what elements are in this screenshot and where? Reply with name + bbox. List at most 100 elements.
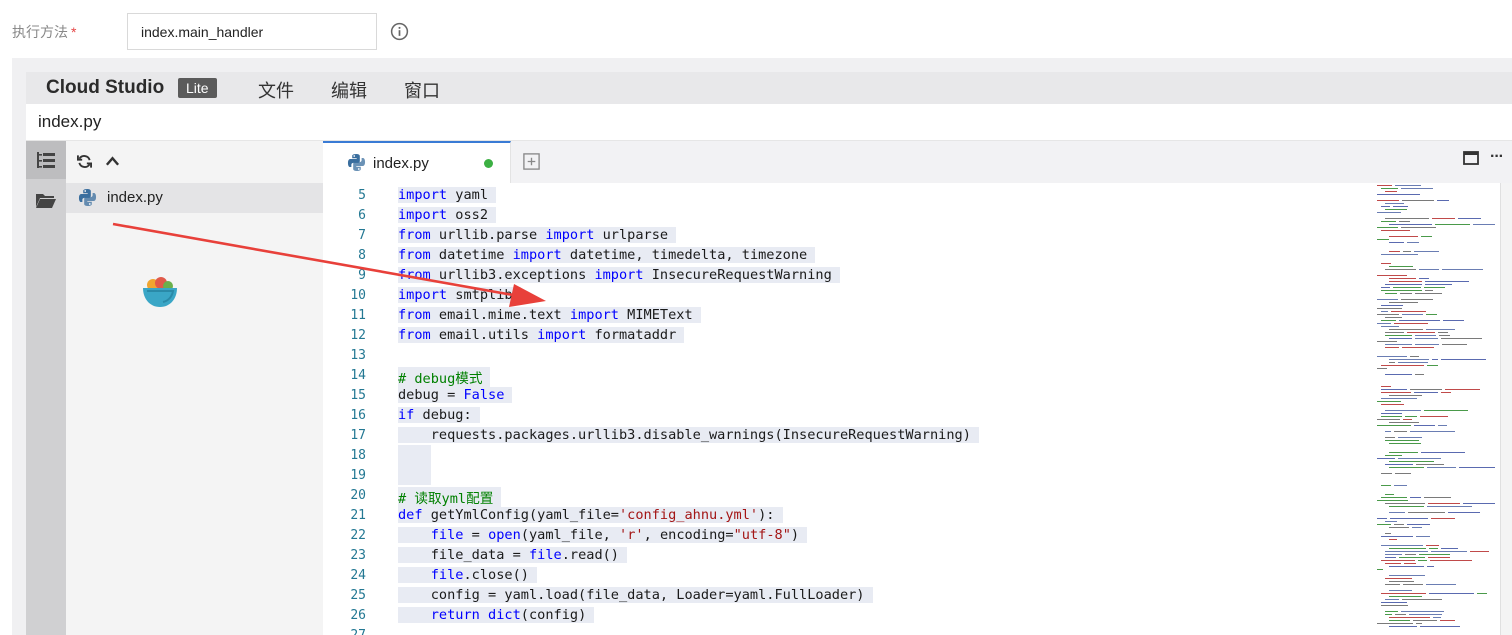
code-line[interactable]: 22 file = open(yaml_file, 'r', encoding=… — [323, 525, 1373, 545]
minimap-line — [1424, 287, 1445, 288]
minimap-line — [1385, 293, 1397, 294]
code-line[interactable]: 8 from datetime import datetime, timedelt… — [323, 245, 1373, 265]
python-icon — [78, 188, 97, 207]
code-line[interactable]: 15 debug = False — [323, 385, 1373, 405]
minimap-line — [1385, 410, 1421, 411]
code-line[interactable]: 11 from email.mime.text import MIMEText — [323, 305, 1373, 325]
minimap-line — [1448, 512, 1480, 513]
code-line[interactable]: 14 # debug模式 — [323, 365, 1373, 387]
code-line[interactable]: 21 def getYmlConfig(yaml_file='config_ahn… — [323, 505, 1373, 525]
minimap-line — [1429, 548, 1438, 549]
code-line[interactable]: 24 file.close() — [323, 565, 1373, 585]
line-number: 23 — [350, 548, 366, 563]
code-line[interactable]: 17 requests.packages.urllib3.disable_war… — [323, 425, 1373, 445]
minimap-line — [1403, 251, 1411, 252]
minimap-line — [1389, 329, 1423, 330]
line-number: 5 — [358, 188, 366, 203]
chevron-up-icon[interactable] — [105, 155, 120, 167]
minimap-line — [1424, 497, 1451, 498]
minimap-line — [1381, 545, 1423, 546]
code-line[interactable]: 25 config = yaml.load(file_data, Loader=… — [323, 585, 1373, 605]
activity-bar — [26, 141, 66, 635]
vertical-scrollbar[interactable] — [1500, 183, 1512, 635]
minimap-line — [1389, 512, 1405, 513]
info-circle-icon[interactable] — [390, 22, 409, 41]
code-line[interactable]: 18 — [323, 445, 1373, 465]
minimap-line — [1385, 464, 1413, 465]
minimap-line — [1385, 437, 1395, 438]
minimap-line — [1402, 347, 1434, 348]
code-line[interactable]: 27 — [323, 625, 1373, 635]
menu-file[interactable]: 文件 — [258, 77, 294, 103]
minimap-line — [1389, 620, 1410, 621]
code-line[interactable]: 12 from email.utils import formataddr — [323, 325, 1373, 345]
minimap-line — [1427, 506, 1472, 507]
minimap-line — [1385, 431, 1391, 432]
refresh-icon[interactable] — [77, 154, 92, 169]
minimap-line — [1442, 269, 1483, 270]
minimap-line — [1385, 584, 1400, 585]
minimap-line — [1415, 338, 1438, 339]
minimap-line — [1426, 584, 1456, 585]
minimap-line — [1391, 311, 1426, 312]
minimap-line — [1413, 620, 1437, 621]
minimap-line — [1415, 335, 1436, 336]
minimap-line — [1420, 416, 1448, 417]
code-text: file_data = file.read() — [398, 547, 627, 563]
more-icon[interactable]: ··· — [1490, 148, 1504, 166]
code-line[interactable]: 13 — [323, 345, 1373, 365]
minimap-line — [1431, 518, 1455, 519]
minimap-line — [1381, 560, 1415, 561]
maximize-icon[interactable] — [1463, 151, 1479, 165]
line-number: 9 — [358, 268, 366, 283]
code-text: file.close() — [398, 567, 537, 583]
minimap-line — [1441, 359, 1486, 360]
folder-button[interactable] — [26, 181, 66, 219]
minimap-line — [1381, 254, 1418, 255]
line-number: 25 — [350, 588, 366, 603]
minimap-line — [1377, 299, 1398, 300]
minimap-line — [1398, 437, 1422, 438]
code-editor[interactable]: 5 import yaml 6 import oss2 7 from urllib.par… — [323, 183, 1512, 635]
minimap-line — [1402, 200, 1434, 201]
code-line[interactable]: 19 — [323, 465, 1373, 485]
handler-label: 执行方法 * — [12, 22, 76, 42]
explorer-file-index-py[interactable]: index.py — [66, 183, 323, 213]
minimap-line — [1441, 338, 1482, 339]
modified-dot — [484, 159, 493, 168]
code-line[interactable]: 7 from urllib.parse import urlparse — [323, 225, 1373, 245]
minimap-line — [1377, 425, 1411, 426]
minimap-line — [1381, 536, 1413, 537]
menu-window[interactable]: 窗口 — [404, 77, 440, 103]
file-tree-button[interactable] — [26, 141, 66, 179]
code-line[interactable]: 26 return dict(config) — [323, 605, 1373, 625]
code-line[interactable]: 23 file_data = file.read() — [323, 545, 1373, 565]
minimap-line — [1377, 623, 1413, 624]
minimap-line — [1389, 575, 1425, 576]
code-line[interactable]: 9 from urllib3.exceptions import Insecure… — [323, 265, 1373, 285]
code-text: requests.packages.urllib3.disable_warnin… — [398, 427, 979, 443]
code-line[interactable]: 5 import yaml — [323, 185, 1373, 205]
code-line[interactable]: 10 import smtplib — [323, 285, 1373, 305]
minimap-line — [1394, 524, 1404, 525]
tab-index-py[interactable]: index.py — [323, 141, 511, 183]
minimap-line — [1377, 368, 1387, 369]
explorer-file-label: index.py — [107, 189, 163, 206]
minimap-line — [1377, 275, 1407, 276]
minimap-line — [1425, 290, 1433, 291]
menu-edit[interactable]: 编辑 — [331, 77, 367, 103]
minimap-line — [1381, 305, 1403, 306]
plus-square-icon[interactable] — [522, 152, 541, 171]
minimap-line — [1385, 284, 1422, 285]
minimap-line — [1420, 626, 1460, 627]
code-line[interactable]: 6 import oss2 — [323, 205, 1373, 225]
minimap-line — [1385, 317, 1402, 318]
code-text: from datetime import datetime, timedelta… — [398, 247, 816, 263]
handler-input[interactable] — [127, 13, 377, 50]
minimap-line — [1430, 560, 1472, 561]
code-line[interactable]: 20 # 读取yml配置 — [323, 485, 1373, 507]
file-explorer: index.py — [66, 141, 323, 635]
code-line[interactable]: 16 if debug: — [323, 405, 1373, 425]
minimap-line — [1385, 209, 1407, 210]
minimap[interactable] — [1375, 183, 1500, 635]
